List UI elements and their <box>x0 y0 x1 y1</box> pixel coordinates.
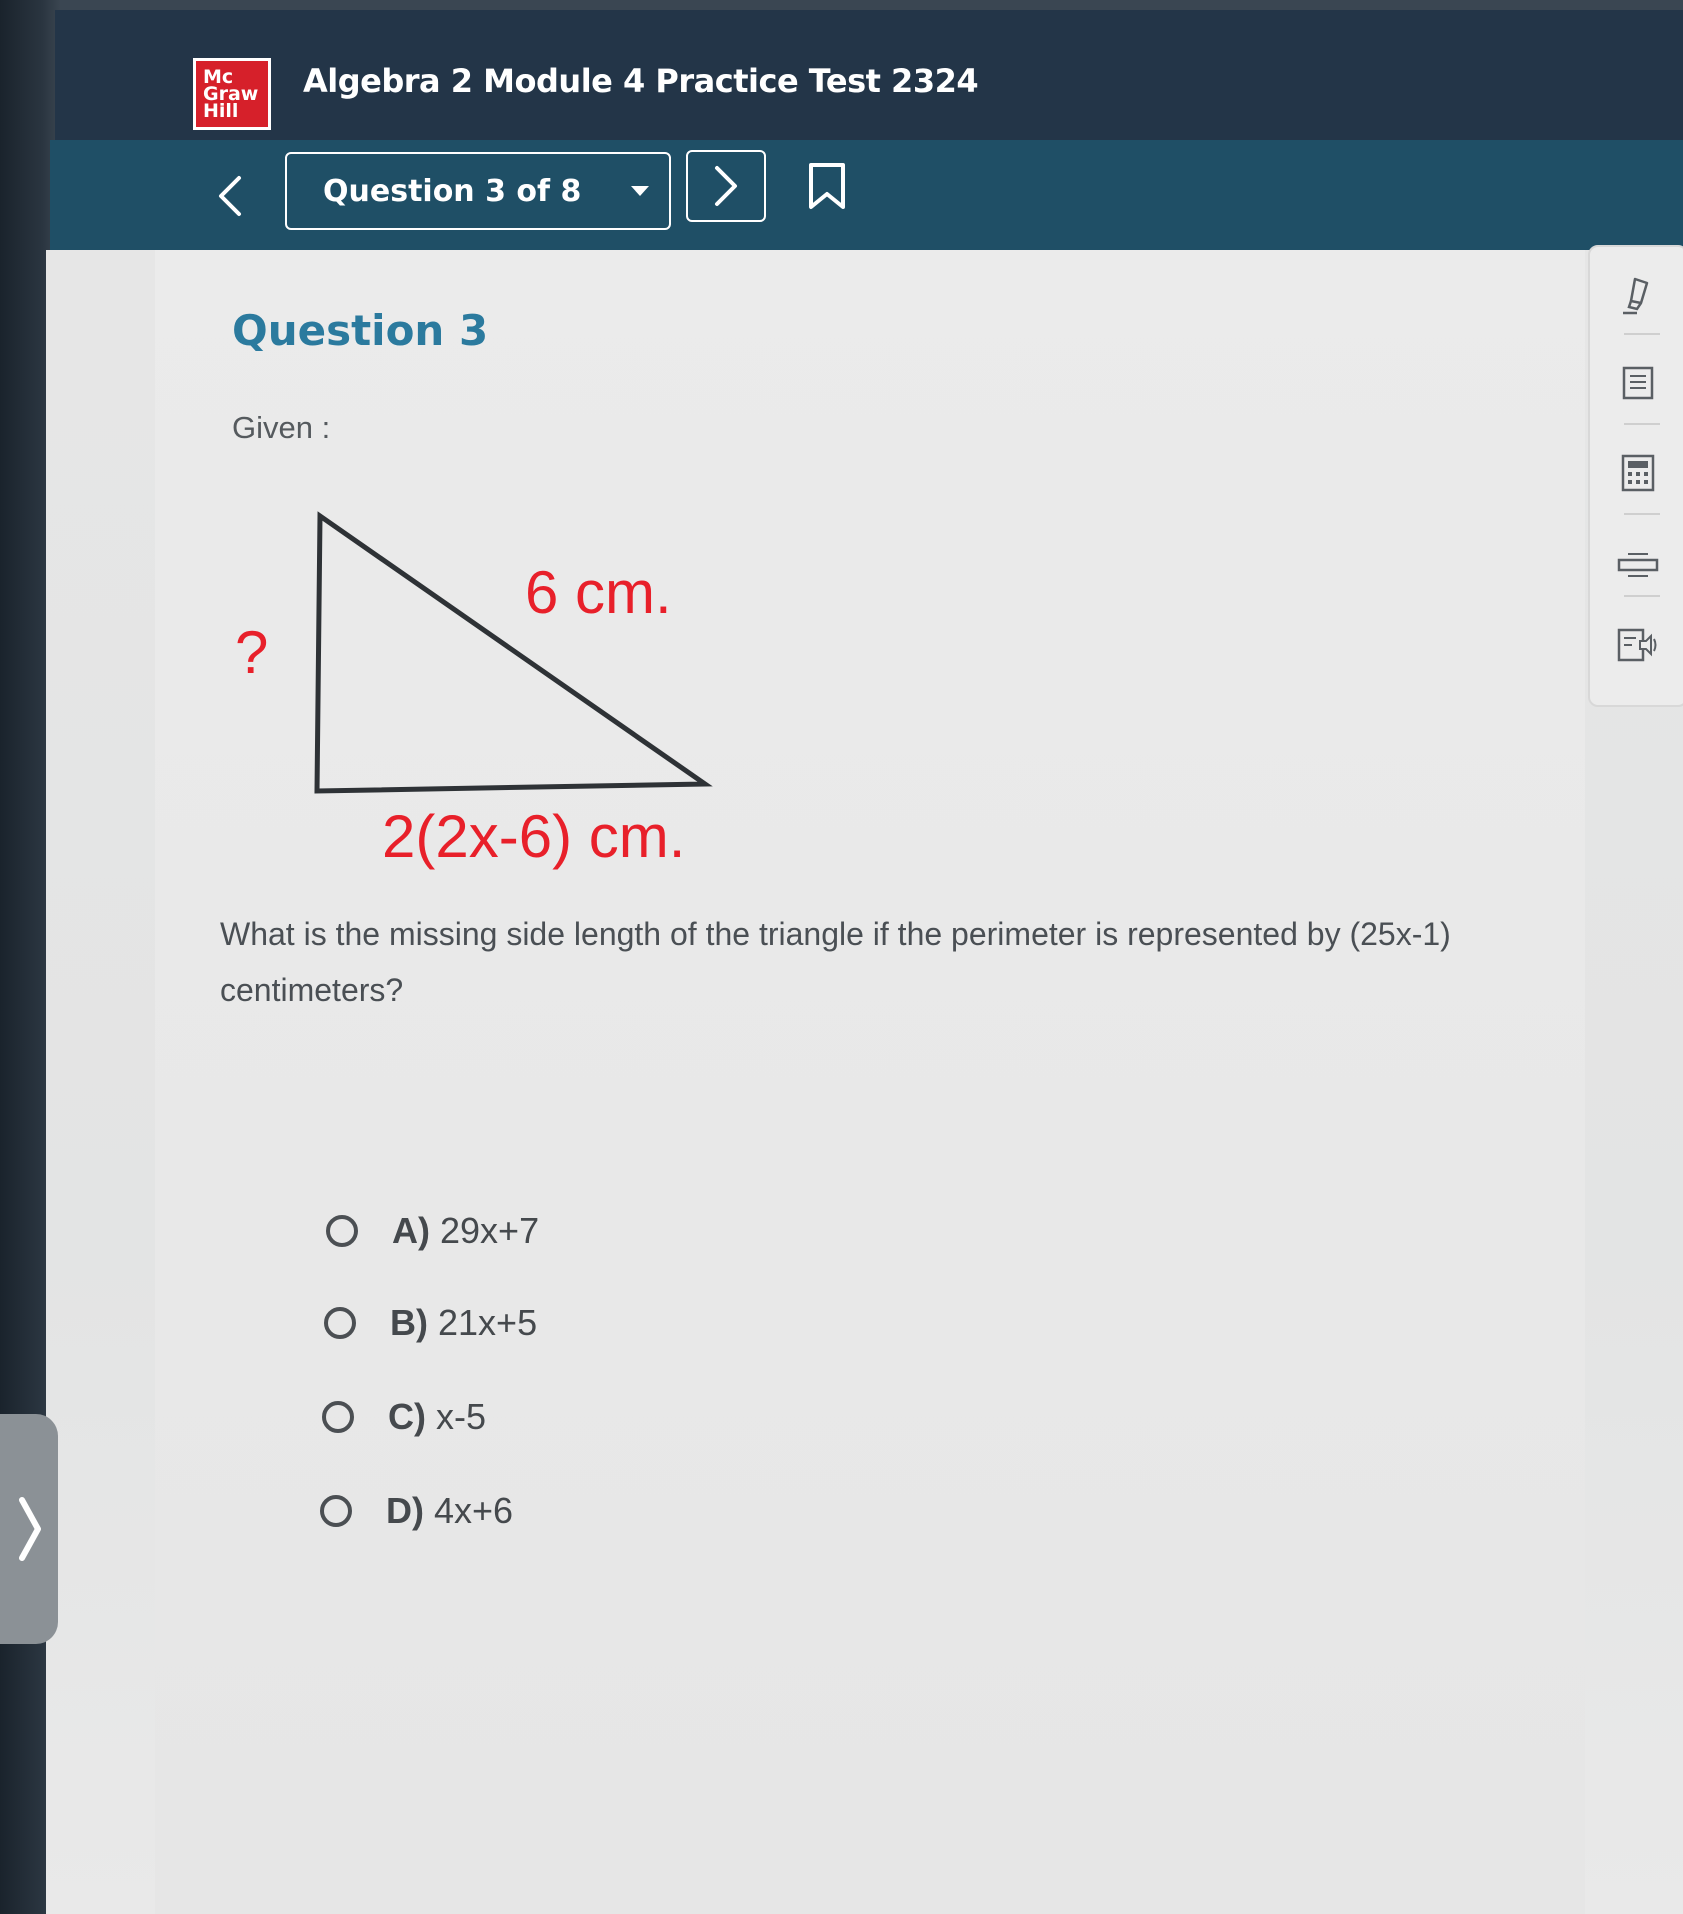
choice-text: 21x+5 <box>438 1302 538 1343</box>
answer-choice-b[interactable]: B) 21x+5 <box>324 1302 537 1344</box>
radio-button[interactable] <box>326 1215 358 1247</box>
base-label: 2(2x-6) cm. <box>382 803 686 870</box>
tool-divider <box>1624 423 1660 425</box>
answer-choice-a[interactable]: A) 29x+7 <box>326 1210 539 1252</box>
choice-letter: A) <box>392 1210 430 1251</box>
bookmark-button[interactable] <box>800 158 854 214</box>
question-selector-label: Question 3 of 8 <box>323 173 582 209</box>
choice-text: 4x+6 <box>434 1490 514 1531</box>
tool-divider <box>1624 333 1660 335</box>
mcgraw-hill-logo: Mc Graw Hill <box>193 58 271 130</box>
text-to-speech-tool[interactable] <box>1612 619 1664 671</box>
choice-letter: B) <box>390 1302 428 1343</box>
answer-choice-c[interactable]: C) x-5 <box>322 1396 486 1438</box>
chevron-right-icon <box>19 1497 41 1561</box>
question-heading: Question 3 <box>232 306 489 355</box>
hypotenuse-label: 6 cm. <box>525 559 672 626</box>
radio-button[interactable] <box>324 1307 356 1339</box>
given-label: Given : <box>232 410 331 445</box>
radio-button[interactable] <box>322 1401 354 1433</box>
question-prompt: What is the missing side length of the t… <box>220 916 1451 1008</box>
tool-divider <box>1624 595 1660 597</box>
logo-line-3: Hill <box>203 99 239 122</box>
notes-icon <box>1622 366 1654 400</box>
calculator-icon <box>1621 454 1655 492</box>
triangle-shape <box>314 511 713 794</box>
text-to-speech-icon <box>1617 628 1657 662</box>
unknown-side-label: ? <box>235 619 269 686</box>
highlighter-tool[interactable] <box>1612 269 1664 321</box>
choice-letter: C) <box>388 1396 426 1437</box>
next-question-button[interactable] <box>686 150 766 222</box>
line-reader-icon <box>1617 553 1659 577</box>
tools-panel <box>1588 245 1683 707</box>
chevron-left-icon <box>219 176 241 216</box>
caret-down-icon <box>631 186 649 196</box>
calculator-tool[interactable] <box>1612 447 1664 499</box>
side-drawer-toggle[interactable] <box>0 1414 58 1644</box>
radio-button[interactable] <box>320 1495 352 1527</box>
triangle-figure: ? 6 cm. 2(2x-6) cm. <box>225 500 745 880</box>
choice-text: x-5 <box>436 1396 487 1437</box>
notes-tool[interactable] <box>1612 357 1664 409</box>
answer-choice-d[interactable]: D) 4x+6 <box>320 1490 513 1532</box>
chevron-right-icon <box>715 166 737 206</box>
line-reader-tool[interactable] <box>1612 539 1664 591</box>
previous-question-button[interactable] <box>205 168 255 224</box>
choice-letter: D) <box>386 1490 424 1531</box>
tool-divider <box>1624 513 1660 515</box>
highlighter-icon <box>1623 277 1649 315</box>
app-title: Algebra 2 Module 4 Practice Test 2324 <box>303 62 979 100</box>
bookmark-icon <box>809 163 845 209</box>
question-selector[interactable]: Question 3 of 8 <box>285 152 671 230</box>
choice-text: 29x+7 <box>440 1210 540 1251</box>
